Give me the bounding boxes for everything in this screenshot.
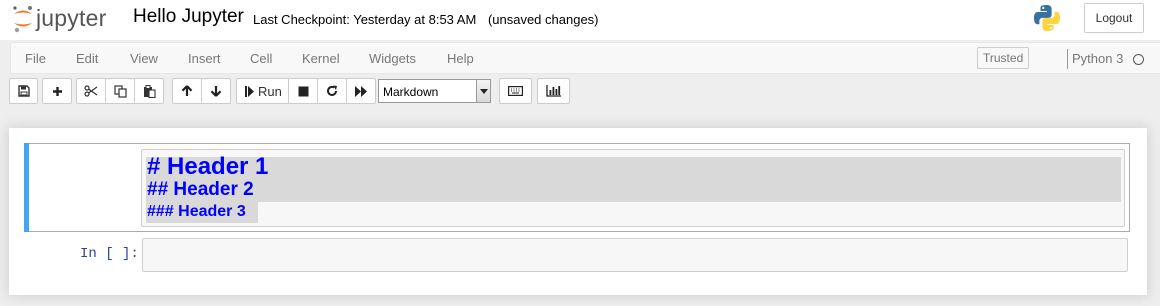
python-logo-icon <box>1034 5 1060 31</box>
markdown-cell[interactable]: # Header 1 ## Header 2 ### Header 3 <box>24 143 1130 232</box>
markdown-line-h2: ## Header 2 <box>147 179 254 200</box>
restart-run-all-button[interactable] <box>346 78 376 104</box>
notebook-title[interactable]: Hello Jupyter <box>133 6 244 28</box>
move-down-button[interactable] <box>201 78 231 104</box>
kernel-idle-circle-icon <box>1133 54 1144 65</box>
jupyter-logo-icon <box>13 6 32 33</box>
command-palette-button[interactable] <box>499 78 532 104</box>
text-selection <box>146 157 1121 202</box>
menu-help[interactable]: Help <box>447 51 474 66</box>
last-checkpoint-text: Last Checkpoint: Yesterday at 8:53 AM <box>253 12 477 27</box>
chevron-down-icon[interactable] <box>476 80 490 102</box>
interrupt-kernel-button[interactable] <box>288 78 318 104</box>
kernel-divider <box>1067 49 1068 69</box>
jupyter-logo[interactable]: jupyter <box>12 4 122 34</box>
logo-text: jupyter <box>36 5 107 31</box>
save-icon <box>17 85 30 97</box>
arrow-up-icon <box>181 85 193 96</box>
code-editor[interactable] <box>142 238 1128 272</box>
autosave-status: (unsaved changes) <box>487 12 599 27</box>
menu-view[interactable]: View <box>130 51 158 66</box>
checkpoint-status: Last Checkpoint: Yesterday at 8:53 AM (u… <box>253 12 607 27</box>
menu-cell[interactable]: Cell <box>250 51 272 66</box>
kernel-name[interactable]: Python 3 <box>1072 51 1123 66</box>
paste-button[interactable] <box>134 78 164 104</box>
selected-cell-indicator <box>24 143 29 232</box>
notebook-container: # Header 1 ## Header 2 ### Header 3 In [… <box>9 128 1147 295</box>
step-forward-icon <box>245 85 254 97</box>
code-cell[interactable]: In [ ]: <box>24 236 1130 274</box>
logout-button[interactable]: Logout <box>1084 3 1144 33</box>
markdown-line-h3: ### Header 3 <box>147 203 246 220</box>
menu-kernel[interactable]: Kernel <box>302 51 340 66</box>
restart-icon <box>327 85 337 96</box>
cut-button[interactable] <box>76 78 106 104</box>
chart-button[interactable] <box>537 78 570 104</box>
copy-button[interactable] <box>105 78 135 104</box>
input-prompt: In [ ]: <box>80 246 139 262</box>
plus-icon <box>52 86 62 96</box>
arrow-down-icon <box>210 86 222 97</box>
menu-file[interactable]: File <box>25 51 46 66</box>
trusted-indicator[interactable]: Trusted <box>977 47 1030 69</box>
menu-widgets[interactable]: Widgets <box>369 51 416 66</box>
cut-icon <box>84 85 98 97</box>
markdown-line-h1: # Header 1 <box>147 153 269 180</box>
header: jupyter Hello Jupyter Last Checkpoint: Y… <box>0 0 1160 40</box>
move-up-button[interactable] <box>172 78 202 104</box>
stop-icon <box>298 86 308 96</box>
bar-chart-icon <box>546 85 561 97</box>
fast-forward-icon <box>354 85 367 97</box>
paste-icon <box>143 84 156 98</box>
copy-icon <box>113 84 127 98</box>
markdown-editor[interactable]: # Header 1 ## Header 2 ### Header 3 <box>141 149 1125 227</box>
save-button[interactable] <box>9 78 38 104</box>
cell-type-value: Markdown <box>383 85 439 99</box>
keyboard-icon <box>508 86 523 96</box>
menu-edit[interactable]: Edit <box>76 51 98 66</box>
insert-cell-button[interactable] <box>42 78 72 104</box>
run-label: Run <box>258 83 282 99</box>
menubar: File Edit View Insert Cell Kernel Widget… <box>10 42 1160 74</box>
restart-kernel-button[interactable] <box>317 78 347 104</box>
run-button[interactable]: Run <box>236 78 289 104</box>
menu-insert[interactable]: Insert <box>188 51 221 66</box>
cell-type-select[interactable]: Markdown <box>378 79 491 103</box>
toolbar: Run Markdown <box>0 78 1160 104</box>
